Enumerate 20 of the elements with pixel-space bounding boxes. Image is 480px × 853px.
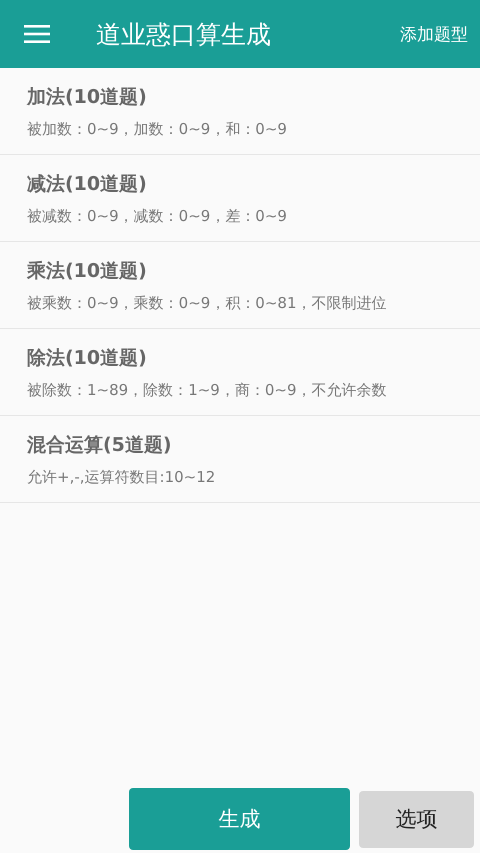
app-title: 道业惑口算生成 xyxy=(96,18,272,50)
generate-button[interactable]: 生成 xyxy=(129,788,350,850)
item-detail: 被乘数：0~9，乘数：0~9，积：0~81，不限制进位 xyxy=(27,294,388,313)
list-item[interactable]: 乘法(10道题) 被乘数：0~9，乘数：0~9，积：0~81，不限制进位 xyxy=(0,242,480,329)
add-question-type-link[interactable]: 添加题型 xyxy=(400,22,468,46)
options-button[interactable]: 选项 xyxy=(359,790,474,848)
list-item[interactable]: 减法(10道题) 被减数：0~9，减数：0~9，差：0~9 xyxy=(0,155,480,242)
item-title: 除法(10道题) xyxy=(27,346,148,371)
list-item[interactable]: 加法(10道题) 被加数：0~9，加数：0~9，和：0~9 xyxy=(0,68,480,155)
item-detail: 被除数：1~89，除数：1~9，商：0~9，不允许余数 xyxy=(27,381,388,400)
item-detail: 被减数：0~9，减数：0~9，差：0~9 xyxy=(27,207,288,226)
item-title: 混合运算(5道题) xyxy=(27,433,173,458)
item-title: 减法(10道题) xyxy=(27,172,148,197)
menu-icon[interactable] xyxy=(24,25,50,43)
list-item[interactable]: 除法(10道题) 被除数：1~89，除数：1~9，商：0~9，不允许余数 xyxy=(0,329,480,416)
item-title: 加法(10道题) xyxy=(27,85,148,110)
item-detail: 被加数：0~9，加数：0~9，和：0~9 xyxy=(27,120,288,139)
item-title: 乘法(10道题) xyxy=(27,259,148,284)
list-item[interactable]: 混合运算(5道题) 允许+,-,运算符数目:10~12 xyxy=(0,416,480,503)
item-detail: 允许+,-,运算符数目:10~12 xyxy=(27,468,216,487)
